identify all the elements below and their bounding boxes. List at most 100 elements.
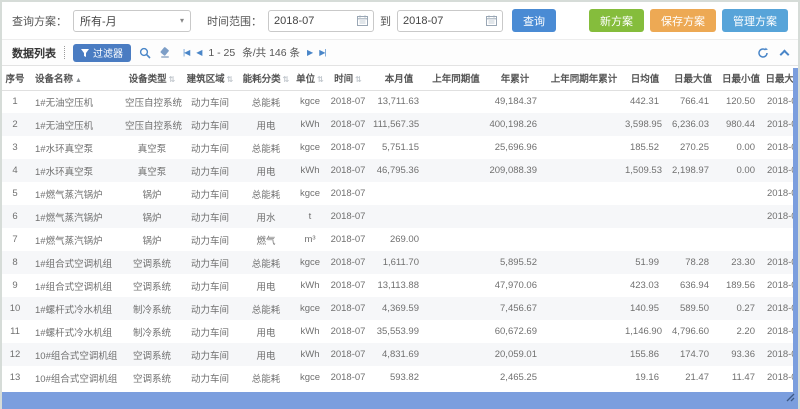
column-header[interactable]: 设备名称▲ bbox=[28, 66, 122, 90]
table-cell: 5 bbox=[2, 182, 28, 205]
table-cell: kgce bbox=[294, 251, 326, 274]
table-cell bbox=[370, 205, 428, 228]
table-cell: 1#燃气蒸汽锅炉 bbox=[28, 205, 122, 228]
table-cell: 7,456.67 bbox=[484, 297, 546, 320]
column-header[interactable]: 建筑区域⇅ bbox=[182, 66, 238, 90]
column-header[interactable]: 年累计 bbox=[484, 66, 546, 90]
query-plan-label: 查询方案： bbox=[12, 13, 67, 29]
table-cell bbox=[546, 366, 622, 389]
query-plan-select[interactable]: 所有-月 ▾ bbox=[73, 10, 191, 32]
table-cell: 2018-07 bbox=[326, 343, 370, 366]
table-row[interactable]: 101#螺杆式冷水机组制冷系统动力车间总能耗kgce2018-074,369.5… bbox=[2, 297, 800, 320]
sort-icon: ⇅ bbox=[169, 75, 176, 84]
column-header[interactable]: 序号 bbox=[2, 66, 28, 90]
table-cell: 5,895.52 bbox=[484, 251, 546, 274]
page-range: 1 - 25 bbox=[208, 47, 235, 59]
table-row[interactable]: 51#燃气蒸汽锅炉锅炉动力车间总能耗kgce2018-072018-07-312… bbox=[2, 182, 800, 205]
table-cell: 93.36 bbox=[718, 343, 764, 366]
table-cell: 423.03 bbox=[622, 274, 668, 297]
column-label: 建筑区域 bbox=[187, 74, 225, 85]
table-cell bbox=[428, 90, 484, 113]
table-cell bbox=[668, 228, 718, 251]
table-cell: 120.50 bbox=[718, 90, 764, 113]
table-cell: 140.95 bbox=[622, 297, 668, 320]
table-cell: 60,672.69 bbox=[484, 320, 546, 343]
clear-filter-icon[interactable] bbox=[159, 47, 171, 59]
table-cell: 1#组合式空调机组 bbox=[28, 274, 122, 297]
table-row[interactable]: 1210#组合式空调机组空调系统动力车间用电kWh2018-074,831.69… bbox=[2, 343, 800, 366]
to-label: 到 bbox=[380, 13, 391, 29]
table-cell: 1#螺杆式冷水机组 bbox=[28, 320, 122, 343]
column-header[interactable]: 能耗分类⇅ bbox=[238, 66, 294, 90]
refresh-icon[interactable] bbox=[757, 47, 769, 59]
table-cell: 总能耗 bbox=[238, 297, 294, 320]
table-cell: 25,696.96 bbox=[484, 136, 546, 159]
table-row[interactable]: 91#组合式空调机组空调系统动力车间用电kWh2018-0713,113.884… bbox=[2, 274, 800, 297]
query-button[interactable]: 查询 bbox=[512, 9, 556, 32]
table-cell bbox=[546, 182, 622, 205]
table-cell: 442.31 bbox=[622, 90, 668, 113]
column-header[interactable]: 日均值 bbox=[622, 66, 668, 90]
table-cell: 189.56 bbox=[718, 274, 764, 297]
column-header[interactable]: 单位⇅ bbox=[294, 66, 326, 90]
filter-button[interactable]: 过滤器 bbox=[73, 44, 131, 62]
table-cell: 2018-07 bbox=[326, 90, 370, 113]
column-label: 序号 bbox=[5, 74, 24, 85]
table-row[interactable]: 41#水环真空泵真空泵动力车间用电kWh2018-0746,795.36209,… bbox=[2, 159, 800, 182]
calendar-icon[interactable] bbox=[486, 15, 497, 26]
column-header[interactable]: 日最小值 bbox=[718, 66, 764, 90]
toolbar-divider bbox=[64, 46, 65, 59]
table-row[interactable]: 1310#组合式空调机组空调系统动力车间总能耗kgce2018-07593.82… bbox=[2, 366, 800, 389]
calendar-icon[interactable] bbox=[357, 15, 368, 26]
search-icon[interactable] bbox=[139, 47, 151, 59]
table-cell: 185.52 bbox=[622, 136, 668, 159]
vertical-scrollbar[interactable] bbox=[793, 68, 798, 394]
table-row[interactable]: 71#燃气蒸汽锅炉锅炉动力车间燃气m³2018-07269.00 bbox=[2, 228, 800, 251]
table-cell: 1,146.90 bbox=[622, 320, 668, 343]
filter-button-label: 过滤器 bbox=[93, 45, 123, 60]
table-cell: 总能耗 bbox=[238, 136, 294, 159]
table-cell: 5,751.15 bbox=[370, 136, 428, 159]
table-cell bbox=[546, 251, 622, 274]
column-label: 单位 bbox=[296, 74, 315, 85]
first-page-button[interactable]: |◀ bbox=[183, 48, 189, 57]
prev-page-button[interactable]: ◀ bbox=[196, 48, 201, 57]
table-cell: 用电 bbox=[238, 343, 294, 366]
date-from-input[interactable]: 2018-07 bbox=[268, 10, 374, 32]
table-cell: 6,236.03 bbox=[668, 113, 718, 136]
manage-plan-button[interactable]: 管理方案 bbox=[722, 9, 788, 32]
table-row[interactable]: 61#燃气蒸汽锅炉锅炉动力车间用水t2018-072018-07-312018-… bbox=[2, 205, 800, 228]
column-header[interactable]: 上年同期年累计 bbox=[546, 66, 622, 90]
table-cell bbox=[668, 205, 718, 228]
column-header[interactable]: 设备类型⇅ bbox=[122, 66, 182, 90]
horizontal-scrollbar[interactable] bbox=[2, 392, 798, 409]
table-row[interactable]: 21#无油空压机空压自控系统动力车间用电kWh2018-07111,567.35… bbox=[2, 113, 800, 136]
table-cell: 49,184.37 bbox=[484, 90, 546, 113]
date-to-input[interactable]: 2018-07 bbox=[397, 10, 503, 32]
column-label: 日均值 bbox=[631, 74, 660, 85]
column-header[interactable]: 时间⇅ bbox=[326, 66, 370, 90]
table-row[interactable]: 111#螺杆式冷水机组制冷系统动力车间用电kWh2018-0735,553.99… bbox=[2, 320, 800, 343]
save-plan-button[interactable]: 保存方案 bbox=[650, 9, 716, 32]
column-header[interactable]: 日最大值 bbox=[668, 66, 718, 90]
column-header[interactable]: 上年同期值 bbox=[428, 66, 484, 90]
collapse-panel-icon[interactable] bbox=[780, 49, 790, 59]
table-cell bbox=[546, 320, 622, 343]
table-cell: 155.86 bbox=[622, 343, 668, 366]
table-cell: 2018-07 bbox=[326, 320, 370, 343]
column-header[interactable]: 本月值 bbox=[370, 66, 428, 90]
next-page-button[interactable]: ▶ bbox=[307, 48, 312, 57]
table-cell: 1#无油空压机 bbox=[28, 90, 122, 113]
table-cell: 20,059.01 bbox=[484, 343, 546, 366]
table-cell bbox=[370, 182, 428, 205]
table-row[interactable]: 81#组合式空调机组空调系统动力车间总能耗kgce2018-071,611.70… bbox=[2, 251, 800, 274]
resize-grip-icon[interactable] bbox=[785, 389, 795, 407]
last-page-button[interactable]: ▶| bbox=[319, 48, 325, 57]
column-label: 能耗分类 bbox=[243, 74, 281, 85]
new-plan-button[interactable]: 新方案 bbox=[589, 9, 644, 32]
table-row[interactable]: 31#水环真空泵真空泵动力车间总能耗kgce2018-075,751.1525,… bbox=[2, 136, 800, 159]
table-cell bbox=[546, 228, 622, 251]
table-cell: 1 bbox=[2, 90, 28, 113]
table-cell: 269.00 bbox=[370, 228, 428, 251]
table-row[interactable]: 11#无油空压机空压自控系统动力车间总能耗kgce2018-0713,711.6… bbox=[2, 90, 800, 113]
